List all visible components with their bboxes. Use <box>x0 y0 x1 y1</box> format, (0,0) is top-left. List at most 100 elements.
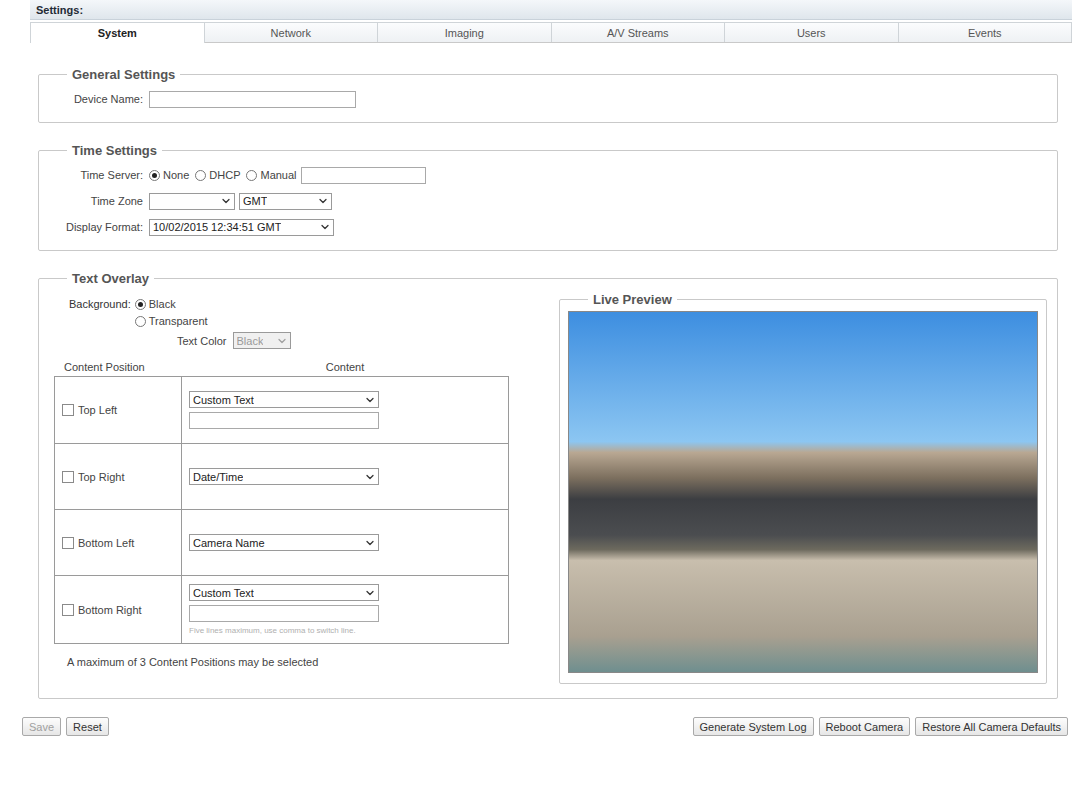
field-label: Text Color <box>177 335 227 347</box>
text-color-row: Text Color Black <box>47 332 509 349</box>
settings-panel: General Settings Device Name: Time Setting… <box>20 43 1072 736</box>
text-color-select: Black <box>233 332 291 349</box>
display-format-row: Display Format: 10/02/2015 12:34:51 GMT <box>47 214 1049 240</box>
radio-icon[interactable] <box>195 170 206 181</box>
custom-text-input[interactable] <box>189 605 379 622</box>
field-label: Display Format: <box>47 221 145 233</box>
tab[interactable]: System <box>30 22 205 43</box>
overlay-options: Background: Black Transparent Text Color Bla… <box>47 292 509 672</box>
general-settings: General Settings Device Name: <box>38 67 1058 123</box>
content-select[interactable]: Camera Name <box>189 534 379 551</box>
content-select[interactable]: Date/Time <box>189 468 379 485</box>
content-select[interactable]: Custom Text <box>189 391 379 408</box>
section-legend: General Settings <box>67 67 180 82</box>
settings-header: Settings: <box>30 0 1072 20</box>
position-cell: Top Right <box>55 444 182 509</box>
radio-icon[interactable] <box>149 170 160 181</box>
field-label: Time Server: <box>47 169 145 181</box>
content-table: Top Left Custom Text Top Right Date/Time Bot… <box>54 376 509 644</box>
tab[interactable]: Network <box>205 22 379 42</box>
display-format-select[interactable]: 10/02/2015 12:34:51 GMT <box>149 219 334 236</box>
time-server-options: None DHCP Manual <box>149 169 297 181</box>
select-value: Camera Name <box>193 537 265 549</box>
section-legend: Text Overlay <box>67 271 154 286</box>
action-button[interactable]: Generate System Log <box>693 717 814 736</box>
select-value: Black <box>237 335 264 347</box>
tab[interactable]: Imaging <box>378 22 552 42</box>
position-cell: Bottom Right <box>55 576 182 643</box>
field-label: Background: <box>69 298 131 310</box>
content-cell: Camera Name <box>182 510 508 575</box>
custom-text-input[interactable] <box>189 412 379 429</box>
field-label: Time Zone <box>47 195 145 207</box>
select-value: GMT <box>243 195 267 207</box>
table-row: Top Right Date/Time <box>55 443 508 509</box>
left-buttons: Save Reset <box>22 717 109 736</box>
action-button[interactable]: Reset <box>66 717 109 736</box>
gmt-offset-select[interactable]: GMT <box>239 193 332 210</box>
time-zone-row: Time Zone GMT <box>47 188 1049 214</box>
select-value: Date/Time <box>193 471 243 483</box>
table-row: Bottom Left Camera Name <box>55 509 508 575</box>
tab[interactable]: Events <box>899 22 1073 42</box>
chevron-down-icon <box>317 195 329 207</box>
tab[interactable]: A/V Streams <box>552 22 726 42</box>
section-legend: Live Preview <box>588 292 677 307</box>
device-name-input[interactable] <box>149 91 356 108</box>
content-cell: Custom TextFive lines maximum, use comma… <box>182 576 508 643</box>
time-server-radio[interactable]: None <box>149 169 189 181</box>
chevron-down-icon <box>220 195 232 207</box>
time-zone-select[interactable] <box>149 193 235 210</box>
radio-icon[interactable] <box>135 299 146 310</box>
select-value: Custom Text <box>193 394 254 406</box>
checkbox[interactable] <box>62 471 74 483</box>
content-select[interactable]: Custom Text <box>189 584 379 601</box>
chevron-down-icon <box>364 394 376 406</box>
time-settings: Time SettingsTime Server:NoneDHCPManualT… <box>38 143 1058 251</box>
time-server-radio[interactable]: Manual <box>246 169 296 181</box>
chevron-down-icon <box>319 221 331 233</box>
column-header: Content Position <box>54 361 181 373</box>
settings-sections: General Settings Device Name: Time Setting… <box>20 43 1072 699</box>
settings-page: Settings:SystemNetworkImagingA/V Streams… <box>0 0 1087 736</box>
action-button[interactable]: Reboot Camera <box>819 717 911 736</box>
chevron-down-icon <box>364 587 376 599</box>
checkbox[interactable] <box>62 604 74 616</box>
tab[interactable]: Users <box>725 22 899 42</box>
background-row: Background: Black Transparent <box>47 298 509 327</box>
column-header: Content <box>181 361 509 373</box>
right-buttons: Generate System Log Reboot CameraRestore … <box>693 717 1068 736</box>
background-options: Black Transparent <box>135 298 208 327</box>
radio-icon[interactable] <box>246 170 257 181</box>
live-preview-image <box>568 311 1038 673</box>
background-radio[interactable]: Transparent <box>135 315 208 327</box>
content-cell: Date/Time <box>182 444 508 509</box>
checkbox[interactable] <box>62 537 74 549</box>
action-button[interactable]: Restore All Camera Defaults <box>915 717 1068 736</box>
checkbox[interactable] <box>62 404 74 416</box>
content-cell: Custom Text <box>182 377 508 443</box>
field-label: Device Name: <box>47 93 145 105</box>
text-overlay: Text Overlay Background: Black Transparent T… <box>38 271 1058 699</box>
position-cell: Top Left <box>55 377 182 443</box>
button-bar: Save Reset Generate System Log Reboot Camer… <box>20 699 1072 736</box>
live-preview: Live Preview <box>559 292 1047 684</box>
action-button: Save <box>22 717 61 736</box>
chevron-down-icon <box>276 335 288 347</box>
manual-server-input[interactable] <box>301 167 426 184</box>
chevron-down-icon <box>364 537 376 549</box>
time-server-row: Time Server: None DHCP Manual <box>47 162 1049 188</box>
overlay-body: Background: Black Transparent Text Color Bla… <box>47 290 1049 688</box>
position-cell: Bottom Left <box>55 510 182 575</box>
chevron-down-icon <box>364 471 376 483</box>
limit-note: A maximum of 3 Content Positions may be … <box>67 656 509 668</box>
device-name-row: Device Name: <box>47 86 1049 112</box>
tab-bar: SystemNetworkImagingA/V StreamsUsersEven… <box>30 22 1072 43</box>
select-value: 10/02/2015 12:34:51 GMT <box>153 221 281 233</box>
section-legend: Time Settings <box>67 143 162 158</box>
table-header: Content PositionContent <box>54 361 509 373</box>
radio-icon[interactable] <box>135 316 146 327</box>
time-server-radio[interactable]: DHCP <box>195 169 240 181</box>
background-radio[interactable]: Black <box>135 298 176 310</box>
table-row: Top Left Custom Text <box>55 377 508 443</box>
